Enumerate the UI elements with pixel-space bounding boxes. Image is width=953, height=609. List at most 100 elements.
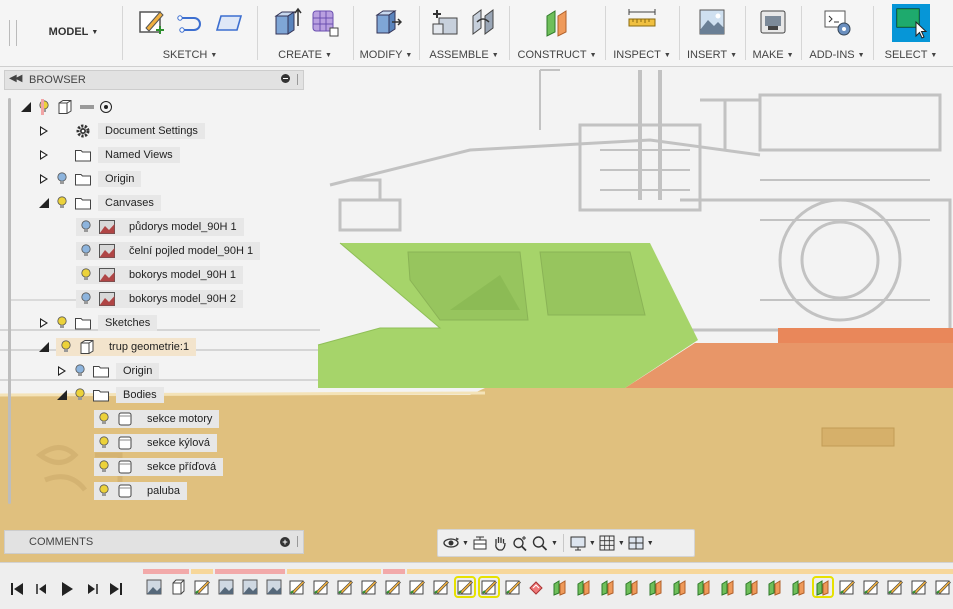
inspect-menu[interactable]: INSPECT ▼	[606, 49, 678, 61]
step-back-icon[interactable]	[35, 582, 49, 596]
joint-icon[interactable]	[467, 6, 499, 38]
look-at-button[interactable]	[471, 532, 489, 554]
toolbar-grip[interactable]	[9, 20, 17, 46]
visibility-bulb-icon[interactable]	[80, 268, 92, 282]
add-comment-icon[interactable]: +	[280, 537, 290, 547]
visibility-bulb-icon[interactable]	[98, 436, 110, 450]
rewind-icon[interactable]	[10, 582, 24, 596]
insert-menu[interactable]: INSERT ▼	[680, 49, 744, 61]
rectangle-icon[interactable]	[212, 6, 244, 38]
expand-icon[interactable]	[38, 173, 50, 185]
form-icon[interactable]	[308, 6, 340, 38]
timeline-sketch-feature[interactable]	[910, 578, 928, 596]
expand-icon[interactable]	[38, 149, 50, 161]
collapse-icon[interactable]	[38, 197, 50, 209]
timeline-extrude-feature[interactable]	[743, 578, 761, 596]
select-menu[interactable]: SELECT ▼	[874, 49, 948, 61]
timeline-extrude-feature[interactable]	[623, 578, 641, 596]
viewports-button[interactable]: ▼	[627, 532, 654, 554]
timeline-sketch-feature[interactable]	[477, 576, 500, 598]
timeline-sketch-feature[interactable]	[934, 578, 952, 596]
workspace-switcher[interactable]: MODEL ▼	[26, 26, 121, 42]
timeline-canvas-feature[interactable]	[241, 578, 259, 596]
modify-menu[interactable]: MODIFY ▼	[354, 49, 418, 61]
pan-button[interactable]	[491, 532, 509, 554]
timeline-sketch-feature[interactable]	[288, 578, 306, 596]
zoom-window-button[interactable]: ▼	[531, 532, 558, 554]
timeline-extrude-feature[interactable]	[575, 578, 593, 596]
visibility-bulb-icon[interactable]	[98, 484, 110, 498]
timeline-sketch-feature[interactable]	[862, 578, 880, 596]
grid-button[interactable]: ▼	[598, 532, 625, 554]
assemble-menu[interactable]: ASSEMBLE ▼	[420, 49, 508, 61]
select-icon[interactable]	[892, 4, 930, 42]
construct-menu[interactable]: CONSTRUCT ▼	[510, 49, 604, 61]
zoom-button[interactable]	[511, 532, 529, 554]
panel-grip[interactable]	[297, 536, 300, 547]
tree-item-bodies[interactable]: Bodies	[56, 386, 164, 404]
tree-item-origin[interactable]: Origin	[56, 362, 160, 380]
tree-item-sekce-k-lov-[interactable]: sekce kýlová	[94, 434, 217, 452]
timeline-sketch-feature[interactable]	[886, 578, 904, 596]
timeline-extrude-feature[interactable]	[647, 578, 665, 596]
timeline-sketch-feature[interactable]	[504, 578, 522, 596]
display-settings-button[interactable]: ▼	[569, 532, 596, 554]
visibility-bulb-icon[interactable]	[80, 292, 92, 306]
timeline-form-feature[interactable]	[527, 578, 545, 596]
scripts-icon[interactable]	[821, 6, 853, 38]
tree-item-p-dorys-model-90h-1[interactable]: půdorys model_90H 1	[76, 218, 244, 236]
tree-item-sketches[interactable]: Sketches	[38, 314, 158, 332]
minimize-panel-icon[interactable]	[281, 74, 290, 83]
tree-item-origin[interactable]: Origin	[38, 170, 142, 188]
timeline-body-feature[interactable]	[169, 578, 187, 596]
timeline-sketch-feature[interactable]	[336, 578, 354, 596]
timeline-extrude-feature[interactable]	[719, 578, 737, 596]
tree-item-canvases[interactable]: Canvases	[38, 194, 161, 212]
timeline-track[interactable]	[143, 567, 953, 609]
timeline-canvas-feature[interactable]	[217, 578, 235, 596]
visibility-bulb-icon[interactable]	[38, 100, 50, 114]
timeline-sketch-feature[interactable]	[432, 578, 450, 596]
expand-icon[interactable]	[38, 317, 50, 329]
activate-component-icon[interactable]	[100, 101, 112, 113]
press-pull-icon[interactable]	[370, 6, 402, 38]
step-forward-icon[interactable]	[85, 582, 99, 596]
timeline-sketch-feature[interactable]	[384, 578, 402, 596]
tree-item-bokorys-model-90h-1[interactable]: bokorys model_90H 1	[76, 266, 244, 284]
tree-item-paluba[interactable]: paluba	[94, 482, 188, 500]
visibility-bulb-icon[interactable]	[56, 172, 68, 186]
timeline-sketch-feature[interactable]	[838, 578, 856, 596]
tree-item-bokorys-model-90h-2[interactable]: bokorys model_90H 2	[76, 290, 244, 308]
visibility-bulb-icon[interactable]	[98, 412, 110, 426]
timeline-extrude-feature[interactable]	[812, 576, 835, 598]
comments-panel[interactable]: COMMENTS +	[4, 530, 304, 554]
tree-item-document-settings[interactable]: Document Settings	[38, 122, 205, 140]
timeline-extrude-feature[interactable]	[599, 578, 617, 596]
visibility-bulb-icon[interactable]	[74, 388, 86, 402]
measure-icon[interactable]	[626, 6, 658, 38]
3d-print-icon[interactable]	[757, 6, 789, 38]
new-component-icon[interactable]	[429, 6, 461, 38]
visibility-bulb-icon[interactable]	[80, 220, 92, 234]
timeline-extrude-feature[interactable]	[766, 578, 784, 596]
visibility-bulb-icon[interactable]	[60, 340, 72, 354]
collapse-icon[interactable]	[56, 389, 68, 401]
timeline-extrude-feature[interactable]	[551, 578, 569, 596]
timeline-canvas-feature[interactable]	[265, 578, 283, 596]
tree-root-node[interactable]	[20, 98, 112, 116]
timeline-sketch-feature[interactable]	[408, 578, 426, 596]
tree-item-sekce-p-ov-[interactable]: sekce příďová	[94, 458, 224, 476]
collapse-icon[interactable]	[20, 101, 32, 113]
collapse-panel-icon[interactable]: ◀◀	[9, 73, 22, 84]
visibility-bulb-icon[interactable]	[74, 364, 86, 378]
timeline-canvas-feature[interactable]	[145, 578, 163, 596]
timeline-extrude-feature[interactable]	[671, 578, 689, 596]
visibility-bulb-icon[interactable]	[80, 244, 92, 258]
orbit-button[interactable]: ▼	[442, 532, 469, 554]
browser-scrollbar[interactable]	[8, 98, 11, 504]
insert-image-icon[interactable]	[696, 6, 728, 38]
timeline-sketch-feature[interactable]	[312, 578, 330, 596]
make-menu[interactable]: MAKE ▼	[746, 49, 800, 61]
timeline-extrude-feature[interactable]	[695, 578, 713, 596]
timeline-sketch-feature[interactable]	[360, 578, 378, 596]
